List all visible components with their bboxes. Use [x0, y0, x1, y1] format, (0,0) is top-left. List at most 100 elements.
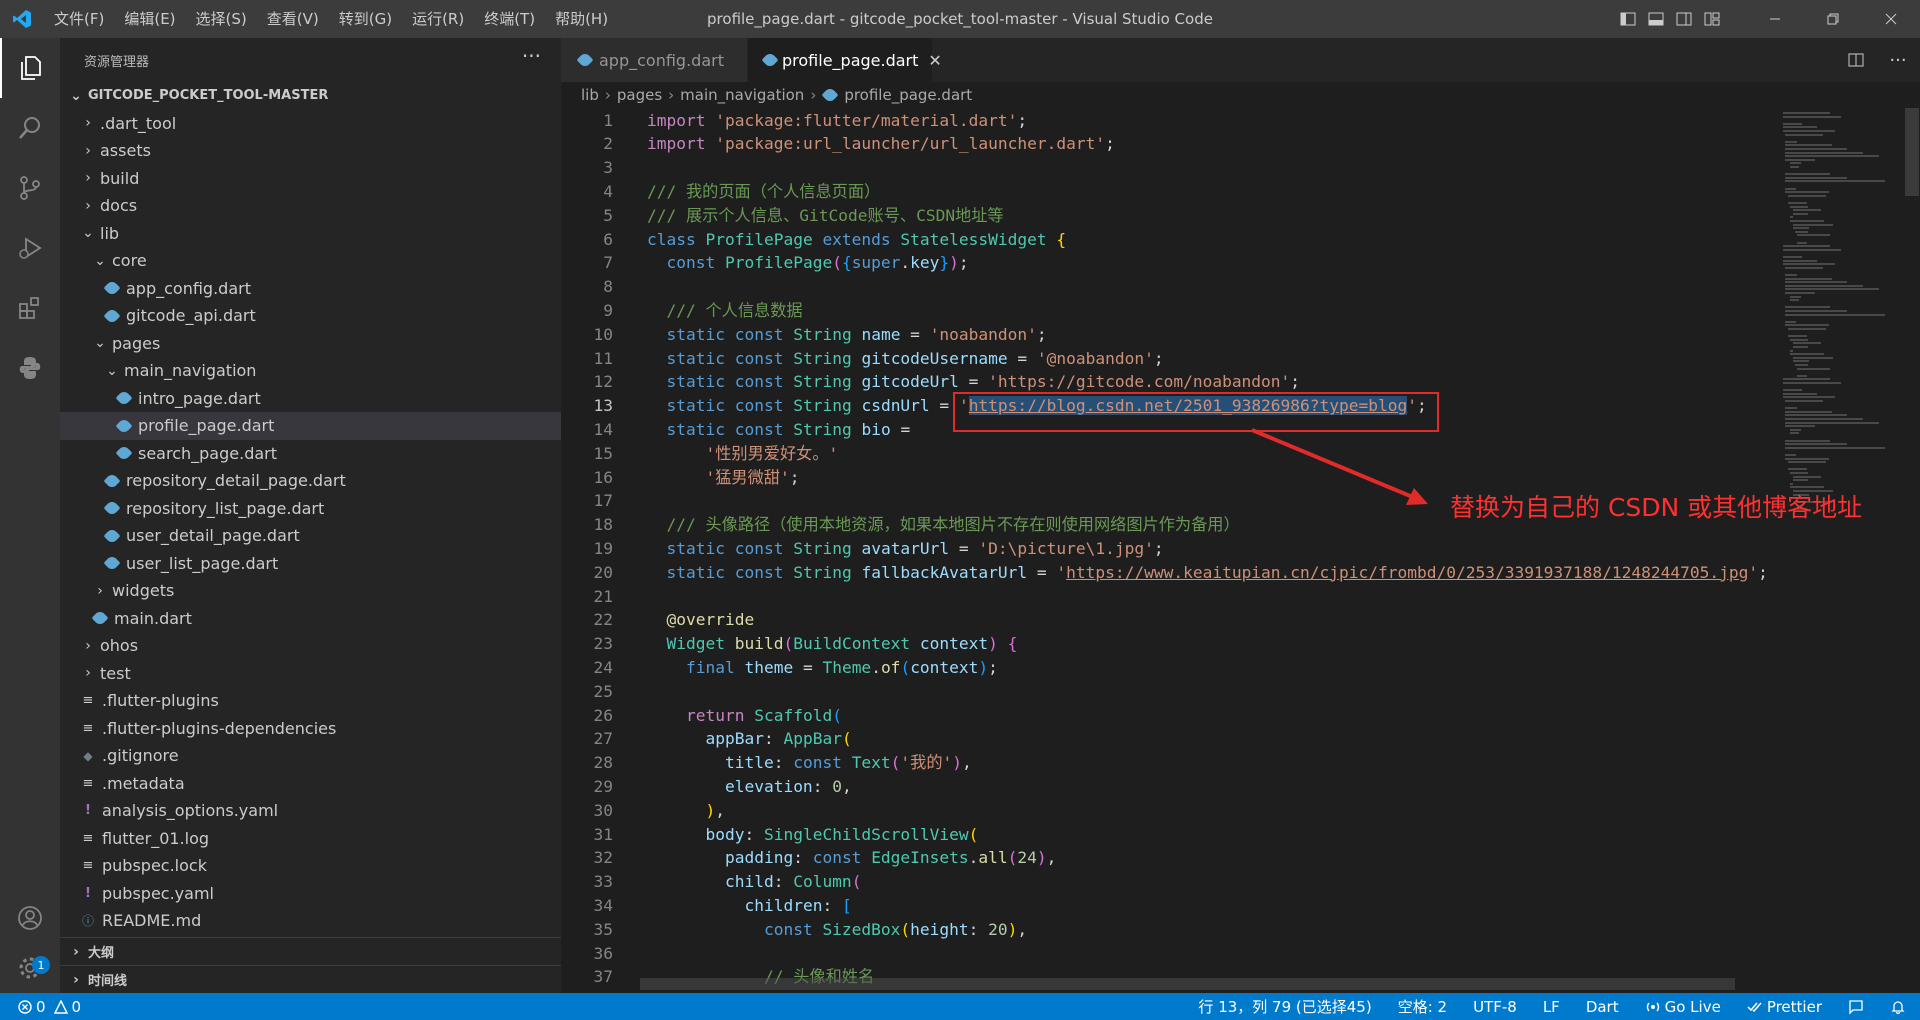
minimap[interactable]	[1781, 108, 1901, 993]
tree-file[interactable]: gitcode_api.dart	[60, 302, 561, 330]
code-line[interactable]: 25	[561, 680, 1901, 704]
code-line[interactable]: 5 /// 展示个人信息、GitCode账号、CSDN地址等	[561, 204, 1901, 228]
tree-file[interactable]: ≡ .flutter-plugins-dependencies	[60, 715, 561, 743]
scrollbar-thumb[interactable]	[1905, 108, 1919, 196]
tree-file[interactable]: user_list_page.dart	[60, 550, 561, 578]
python-icon[interactable]	[0, 338, 60, 398]
code-line[interactable]: 11 static const String gitcodeUsername =…	[561, 347, 1901, 371]
breadcrumb-item[interactable]: main_navigation	[680, 86, 804, 104]
problems-indicator[interactable]: 0 0	[18, 998, 81, 1016]
tree-file[interactable]: user_detail_page.dart	[60, 522, 561, 550]
toggle-primary-sidebar-icon[interactable]	[1614, 0, 1642, 38]
code-line[interactable]: 16 '猛男微甜';	[561, 466, 1901, 490]
prettier-button[interactable]: Prettier	[1747, 998, 1822, 1016]
code-line[interactable]: 23 Widget build(BuildContext context) {	[561, 632, 1901, 656]
code-line[interactable]: 30 ),	[561, 799, 1901, 823]
tree-folder[interactable]: ⌄ pages	[60, 330, 561, 358]
menu-item[interactable]: 文件(F)	[44, 0, 114, 38]
close-window-icon[interactable]	[1862, 0, 1920, 38]
tree-file[interactable]: search_page.dart	[60, 440, 561, 468]
close-tab-icon[interactable]: ✕	[928, 51, 941, 70]
menu-item[interactable]: 查看(V)	[257, 0, 329, 38]
menu-item[interactable]: 编辑(E)	[114, 0, 185, 38]
tree-folder[interactable]: › build	[60, 165, 561, 193]
tree-folder[interactable]: › docs	[60, 192, 561, 220]
code-line[interactable]: 9 /// 个人信息数据	[561, 299, 1901, 323]
code-line[interactable]: 34 children: [	[561, 894, 1901, 918]
code-line[interactable]: 32 padding: const EdgeInsets.all(24),	[561, 846, 1901, 870]
menu-item[interactable]: 运行(R)	[402, 0, 474, 38]
tree-folder[interactable]: › ohos	[60, 632, 561, 660]
menu-item[interactable]: 选择(S)	[186, 0, 257, 38]
code-line[interactable]: 8	[561, 275, 1901, 299]
timeline-section[interactable]: › 时间线	[60, 965, 561, 993]
feedback-icon[interactable]	[1848, 999, 1864, 1015]
code-line[interactable]: 29 elevation: 0,	[561, 775, 1901, 799]
code-line[interactable]: 35 const SizedBox(height: 20),	[561, 918, 1901, 942]
code-editor[interactable]: 1 import 'package:flutter/material.dart';…	[561, 108, 1901, 993]
tree-folder[interactable]: › assets	[60, 137, 561, 165]
code-line[interactable]: 15 '性别男爱好女。'	[561, 442, 1901, 466]
go-live-button[interactable]: Go Live	[1645, 998, 1721, 1016]
notifications-bell-icon[interactable]	[1890, 999, 1906, 1015]
code-line[interactable]: 27 appBar: AppBar(	[561, 727, 1901, 751]
tree-folder[interactable]: ⌄ lib	[60, 220, 561, 248]
tree-file[interactable]: profile_page.dart	[60, 412, 561, 440]
code-line[interactable]: 33 child: Column(	[561, 870, 1901, 894]
tree-file[interactable]: ⓘ README.md	[60, 907, 561, 935]
tree-file[interactable]: ◆ .gitignore	[60, 742, 561, 770]
more-actions-icon[interactable]: ···	[522, 44, 541, 68]
code-line[interactable]: 7 const ProfilePage({super.key});	[561, 251, 1901, 275]
run-debug-icon[interactable]	[0, 218, 60, 278]
breadcrumb-item[interactable]: profile_page.dart	[844, 86, 972, 104]
tree-file[interactable]: ≡ .flutter-plugins	[60, 687, 561, 715]
tree-file[interactable]: repository_detail_page.dart	[60, 467, 561, 495]
code-line[interactable]: 19 static const String avatarUrl = 'D:\p…	[561, 537, 1901, 561]
breadcrumb-item[interactable]: pages	[617, 86, 662, 104]
tree-file[interactable]: main.dart	[60, 605, 561, 633]
workspace-root[interactable]: ⌄ GITCODE_POCKET_TOOL-MASTER	[60, 82, 561, 110]
breadcrumb-item[interactable]: lib	[581, 86, 599, 104]
restore-icon[interactable]	[1804, 0, 1862, 38]
outline-section[interactable]: › 大纲	[60, 937, 561, 965]
code-line[interactable]: 10 static const String name = 'noabandon…	[561, 323, 1901, 347]
explorer-icon[interactable]	[0, 38, 60, 98]
code-line[interactable]: 22 @override	[561, 608, 1901, 632]
tree-folder[interactable]: ⌄ main_navigation	[60, 357, 561, 385]
code-line[interactable]: 31 body: SingleChildScrollView(	[561, 823, 1901, 847]
tree-folder[interactable]: › .dart_tool	[60, 110, 561, 138]
extensions-icon[interactable]	[0, 278, 60, 338]
tree-file[interactable]: app_config.dart	[60, 275, 561, 303]
tab-profile-page[interactable]: profile_page.dart ✕	[748, 38, 942, 82]
code-line[interactable]: 2 import 'package:url_launcher/url_launch…	[561, 132, 1901, 156]
tree-file[interactable]: ! pubspec.yaml	[60, 880, 561, 908]
horizontal-scrollbar[interactable]	[640, 978, 1735, 990]
code-line[interactable]: 3	[561, 156, 1901, 180]
minimize-icon[interactable]	[1746, 0, 1804, 38]
tree-file[interactable]: intro_page.dart	[60, 385, 561, 413]
code-line[interactable]: 28 title: const Text('我的'),	[561, 751, 1901, 775]
code-line[interactable]: 21	[561, 585, 1901, 609]
code-line[interactable]: 1 import 'package:flutter/material.dart';	[561, 109, 1901, 133]
toggle-panel-icon[interactable]	[1642, 0, 1670, 38]
language-mode[interactable]: Dart	[1586, 998, 1619, 1016]
menu-item[interactable]: 帮助(H)	[545, 0, 618, 38]
cursor-position[interactable]: 行 13，列 79 (已选择45)	[1198, 996, 1371, 1017]
code-line[interactable]: 36	[561, 942, 1901, 966]
tree-file[interactable]: ! analysis_options.yaml	[60, 797, 561, 825]
source-control-icon[interactable]	[0, 158, 60, 218]
tab-app-config[interactable]: app_config.dart	[561, 38, 747, 82]
tree-folder[interactable]: › widgets	[60, 577, 561, 605]
indentation[interactable]: 空格: 2	[1398, 996, 1447, 1017]
tree-file[interactable]: ≡ pubspec.lock	[60, 852, 561, 880]
tree-file[interactable]: repository_list_page.dart	[60, 495, 561, 523]
tree-file[interactable]: ≡ .metadata	[60, 770, 561, 798]
code-line[interactable]: 6 class ProfilePage extends StatelessWidg…	[561, 228, 1901, 252]
tree-folder[interactable]: › test	[60, 660, 561, 688]
manage-gear-icon[interactable]	[0, 938, 60, 998]
code-line[interactable]: 26 return Scaffold(	[561, 704, 1901, 728]
vertical-scrollbar[interactable]	[1901, 108, 1920, 993]
code-line[interactable]: 20 static const String fallbackAvatarUrl…	[561, 561, 1901, 585]
code-line[interactable]: 12 static const String gitcodeUrl = 'htt…	[561, 370, 1901, 394]
encoding[interactable]: UTF-8	[1473, 998, 1517, 1016]
